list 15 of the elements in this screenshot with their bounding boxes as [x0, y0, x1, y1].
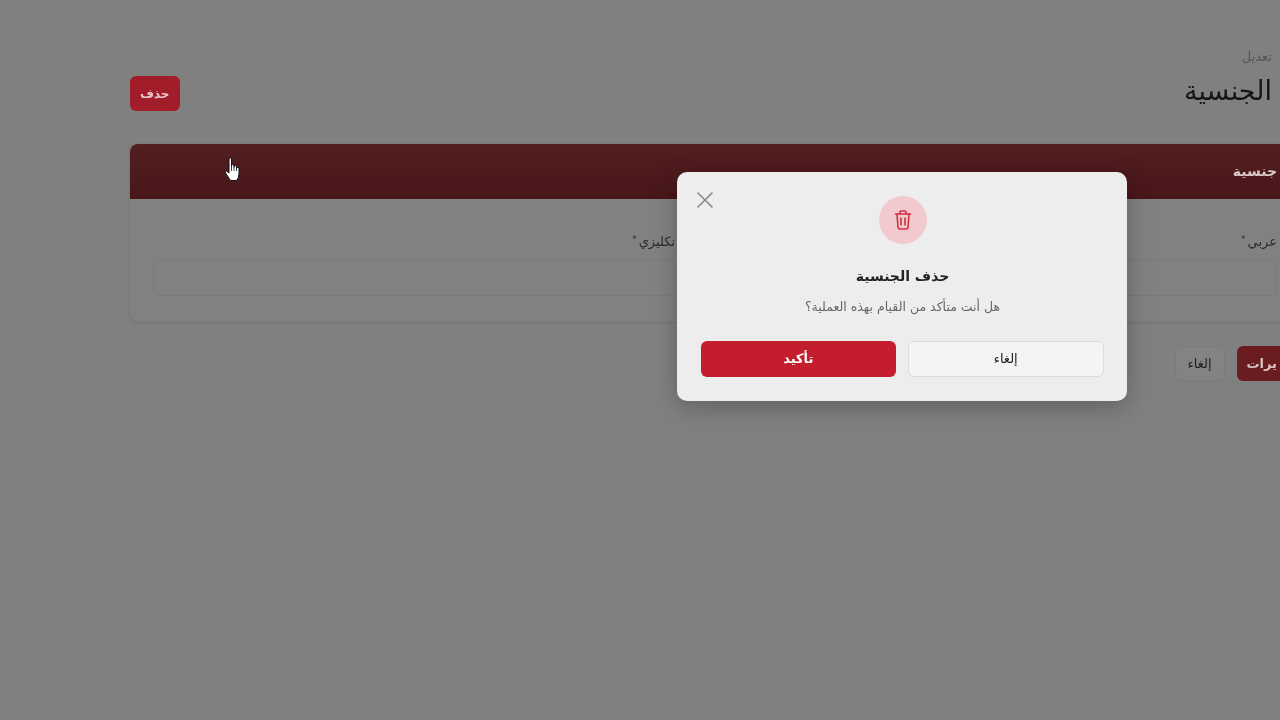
trash-icon	[878, 196, 927, 244]
page-title: الجنسية	[1184, 74, 1272, 108]
close-button[interactable]	[697, 192, 713, 208]
cancel-button[interactable]: إلغاء	[1174, 346, 1225, 381]
cancel-button[interactable]: إلغاء	[907, 341, 1104, 377]
close-icon	[697, 192, 713, 208]
field-label: عربي$^{*}$	[1241, 233, 1277, 251]
hand-cursor-icon	[224, 157, 241, 182]
dialog-title: حذف الجنسية	[854, 267, 951, 286]
save-button[interactable]: يرات	[1236, 346, 1280, 381]
delete-button[interactable]: حذف	[130, 76, 180, 111]
confirm-button[interactable]: تأكيد	[701, 341, 896, 377]
card-title: جنسية	[1232, 162, 1277, 181]
dialog-message: هل أنت متأكد من القيام بهذه العملية؟	[803, 297, 1002, 317]
field-label: نكليزي$^{*}$	[632, 233, 675, 251]
